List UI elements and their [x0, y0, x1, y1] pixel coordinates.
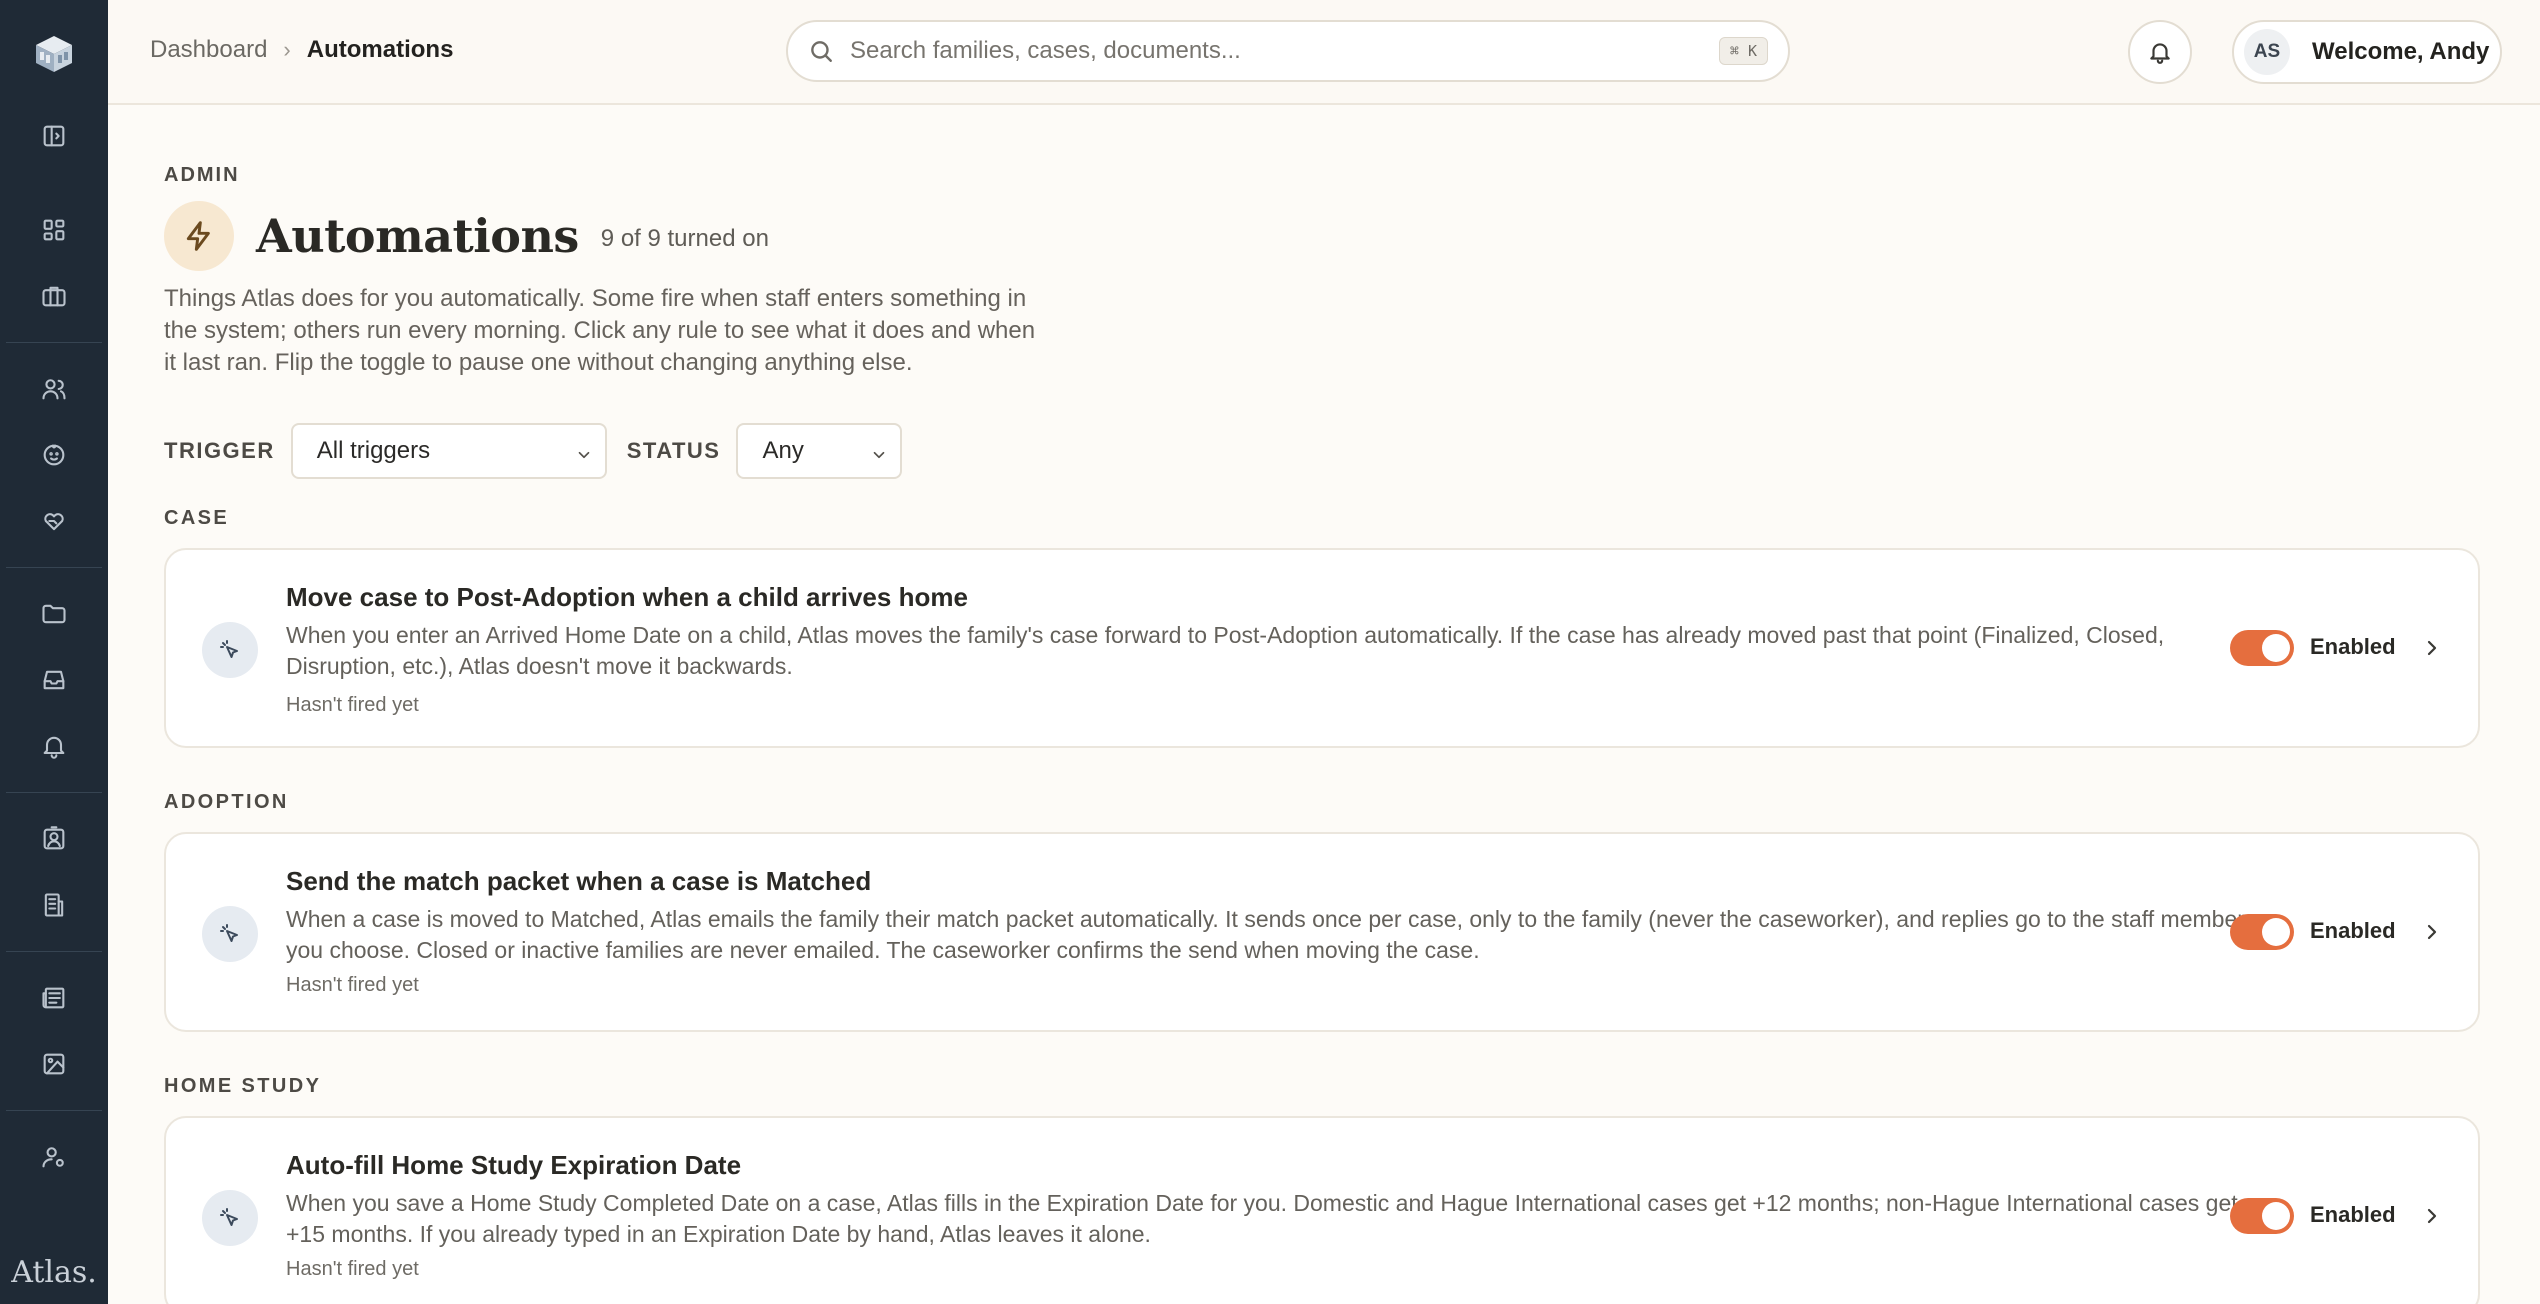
trigger-filter-label: TRIGGER [164, 438, 275, 463]
nav-user-settings[interactable] [26, 1129, 82, 1185]
newspaper-icon [42, 987, 65, 1009]
breadcrumb: Dashboard › Automations [150, 36, 453, 64]
section-label-home-study: HOME STUDY [164, 1075, 322, 1097]
automation-card[interactable]: Send the match packet when a case is Mat… [164, 832, 2480, 1032]
automation-status: Enabled [2310, 918, 2396, 943]
contact-badge-icon [43, 826, 65, 850]
nav-contacts[interactable] [26, 811, 82, 867]
automation-toggle[interactable] [2230, 630, 2294, 666]
automation-description: When you enter an Arrived Home Date on a… [286, 622, 2165, 679]
lightning-icon [164, 201, 234, 271]
automation-description: When a case is moved to Matched, Atlas e… [286, 906, 2245, 963]
page-intro: Things Atlas does for you automatically.… [164, 285, 1036, 376]
automation-description: When you save a Home Study Completed Dat… [286, 1190, 2238, 1247]
sidebar: Atlas. [0, 0, 108, 1304]
nav-cases[interactable] [26, 268, 82, 324]
nav-notifications[interactable] [26, 718, 82, 774]
sidebar-divider [6, 1110, 102, 1111]
section-label-case: CASE [164, 507, 230, 529]
toggle-knob [2262, 634, 2290, 662]
chevron-right-icon[interactable] [2420, 920, 2444, 944]
trigger-select[interactable]: All triggers [290, 423, 607, 479]
breadcrumb-separator: › [283, 37, 291, 62]
nav-dashboard[interactable] [26, 202, 82, 258]
inbox-icon [43, 670, 65, 690]
automation-last-fired: Hasn't fired yet [286, 974, 419, 996]
page-title: Automations [256, 209, 579, 263]
topbar: Dashboard › Automations ⌘ K AS Welcome, … [108, 0, 2540, 105]
chevron-right-icon[interactable] [2420, 1204, 2444, 1228]
nav-children[interactable] [26, 427, 82, 483]
toggle-knob [2262, 1202, 2290, 1230]
nav-agencies[interactable] [26, 877, 82, 933]
search-shortcut-badge: ⌘ K [1718, 37, 1768, 65]
automation-last-fired: Hasn't fired yet [286, 1258, 419, 1280]
app-logo[interactable] [0, 0, 108, 108]
sidebar-toggle-button[interactable] [26, 108, 82, 164]
image-icon [43, 1053, 65, 1075]
people-icon [42, 379, 66, 400]
search-input[interactable] [850, 37, 1719, 65]
folder-icon [42, 604, 66, 624]
nav-media[interactable] [26, 1036, 82, 1092]
sidebar-divider [6, 951, 102, 952]
status-select-value: Any [762, 437, 804, 464]
automation-title: Move case to Post-Adoption when a child … [286, 582, 968, 612]
automation-card[interactable]: Move case to Post-Adoption when a child … [164, 548, 2480, 748]
cursor-click-icon [202, 622, 258, 678]
nav-families[interactable] [26, 361, 82, 417]
chevron-down-icon [870, 443, 888, 461]
toggle-knob [2262, 918, 2290, 946]
sidebar-divider [6, 792, 102, 793]
sidebar-toggle-icon [43, 125, 65, 147]
nav-support[interactable] [26, 493, 82, 549]
user-settings-icon [42, 1147, 64, 1168]
cursor-click-icon [202, 1190, 258, 1246]
nav-reports[interactable] [26, 970, 82, 1026]
automation-title: Auto-fill Home Study Expiration Date [286, 1150, 742, 1180]
nav-documents[interactable] [26, 586, 82, 642]
app-wordmark: Atlas. [11, 1255, 97, 1290]
nav-inbox[interactable] [26, 652, 82, 708]
automation-status: Enabled [2310, 634, 2396, 659]
welcome-text: Welcome, Andy [2312, 38, 2490, 65]
status-select[interactable]: Any [736, 423, 903, 479]
automation-status: Enabled [2310, 1202, 2396, 1227]
title-row: Automations 9 of 9 turned on [164, 201, 769, 271]
building-icon [44, 893, 64, 917]
briefcase-icon [42, 286, 66, 307]
automation-last-fired: Hasn't fired yet [286, 694, 419, 716]
chevron-right-icon[interactable] [2420, 636, 2444, 660]
cursor-click-icon [202, 906, 258, 962]
bell-icon [2150, 43, 2170, 64]
trigger-select-value: All triggers [316, 437, 431, 464]
dashboard-icon [43, 219, 65, 241]
logo-cube-icon [36, 36, 72, 72]
breadcrumb-current: Automations [306, 36, 454, 63]
section-label-adoption: ADOPTION [164, 791, 289, 813]
heart-hand-icon [44, 513, 64, 531]
page-eyebrow: ADMIN [164, 164, 240, 186]
breadcrumb-dashboard-link[interactable]: Dashboard [150, 36, 267, 64]
chevron-down-icon [575, 443, 593, 461]
sidebar-divider [6, 567, 102, 568]
automation-card[interactable]: Auto-fill Home Study Expiration Date Whe… [164, 1116, 2480, 1304]
automation-toggle[interactable] [2230, 914, 2294, 950]
automation-toggle[interactable] [2230, 1198, 2294, 1234]
global-search[interactable]: ⌘ K [786, 20, 1790, 82]
filters-bar: TRIGGER All triggers STATUS Any [164, 423, 903, 479]
avatar: AS [2244, 29, 2290, 75]
enabled-count: 9 of 9 turned on [600, 225, 769, 252]
user-menu-button[interactable]: AS Welcome, Andy [2232, 20, 2502, 84]
sidebar-divider [6, 342, 102, 343]
notifications-button[interactable] [2128, 20, 2192, 84]
automation-title: Send the match packet when a case is Mat… [286, 866, 872, 896]
status-filter-label: STATUS [626, 438, 721, 463]
child-icon [43, 444, 65, 466]
search-icon [811, 41, 832, 62]
bell-icon [43, 736, 65, 759]
